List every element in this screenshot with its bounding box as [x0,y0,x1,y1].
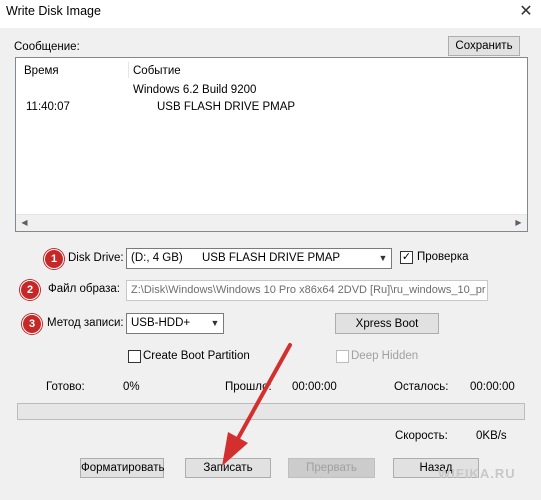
annotation-arrow [222,343,292,466]
watermark-logo: WIFIKA.RU [438,466,516,481]
